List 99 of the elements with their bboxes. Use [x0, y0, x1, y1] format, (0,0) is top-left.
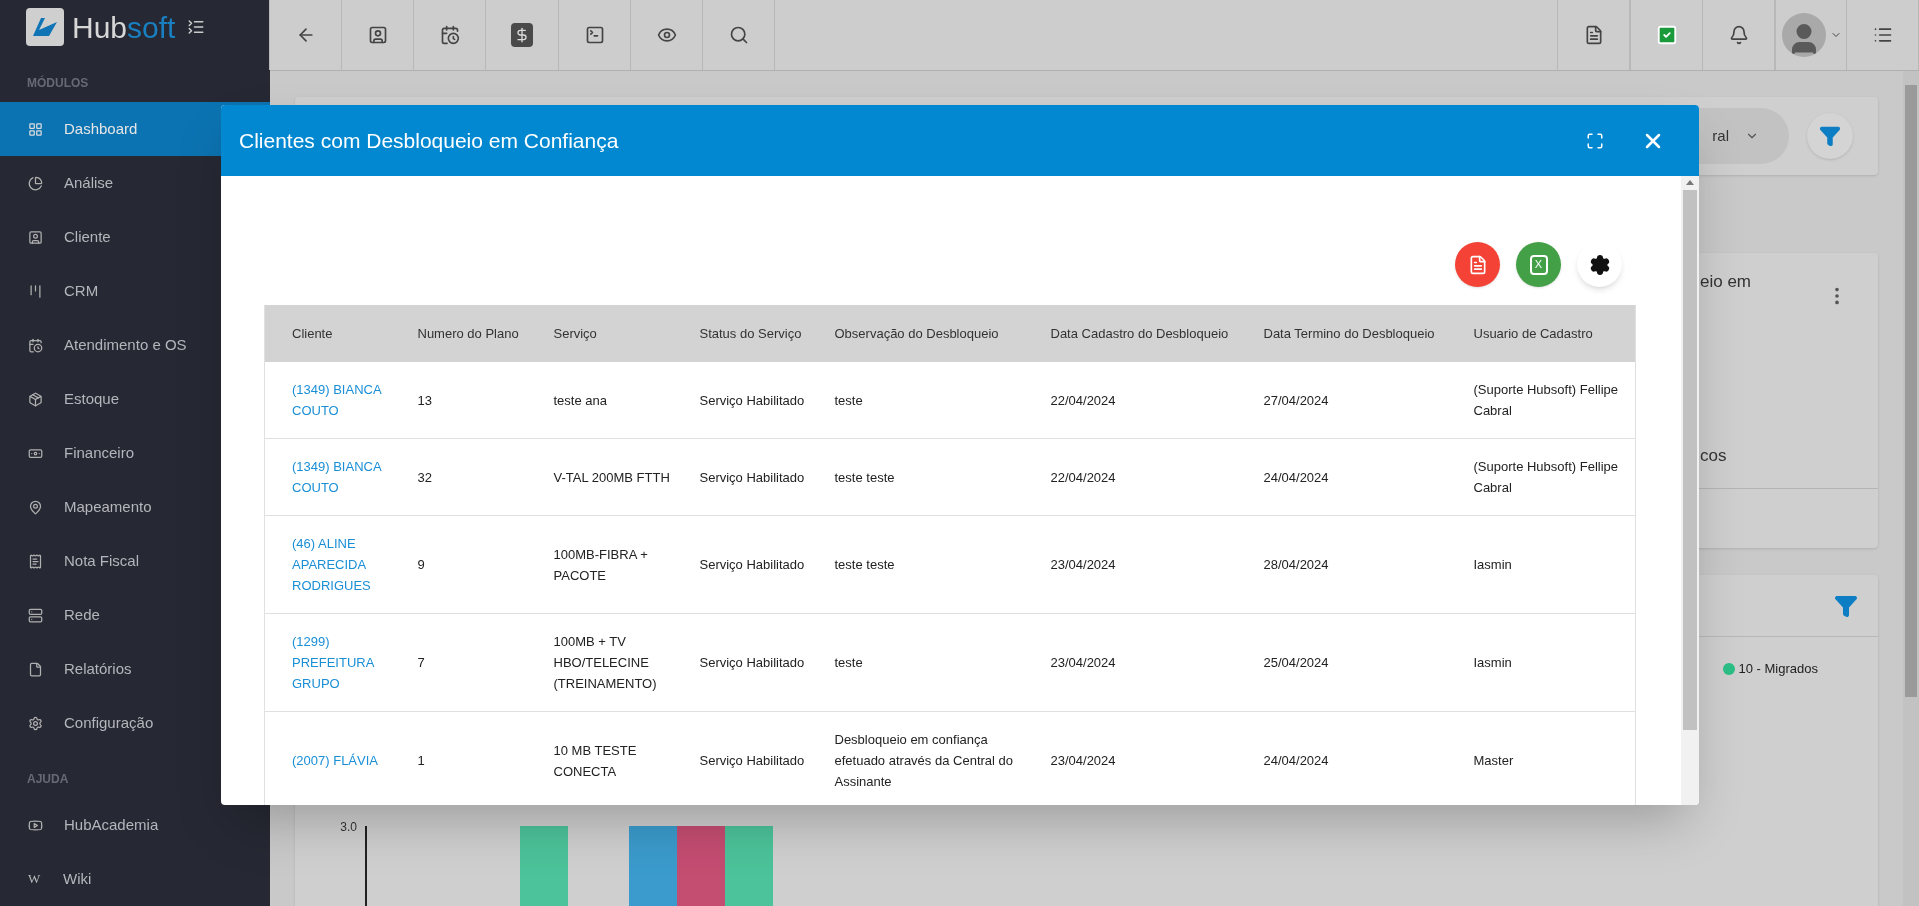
sidebar-item[interactable]: Nota Fiscal — [0, 534, 270, 588]
logo-icon — [26, 8, 64, 46]
dollar-icon — [514, 27, 530, 43]
table-cell: (Suporte Hubsoft) Fellipe Cabral — [1473, 382, 1618, 418]
column-header[interactable]: Serviço — [540, 305, 687, 362]
table-cell: 23/04/2024 — [1050, 753, 1116, 768]
table-cell: 25/04/2024 — [1263, 655, 1329, 670]
section-heading: AJUDA — [26, 771, 70, 788]
modal-scrollbar[interactable] — [1681, 176, 1699, 805]
table-cell: teste — [834, 655, 863, 670]
table-cell: 100MB-FIBRA + PACOTE — [553, 546, 648, 583]
sidebar-item[interactable]: Relatórios — [0, 642, 270, 696]
table-cell: 32 — [417, 469, 432, 485]
eye-icon — [656, 25, 677, 45]
section-heading: MÓDULOS — [26, 74, 90, 92]
table-cell: teste ana — [553, 392, 607, 408]
receipt-icon — [28, 553, 43, 569]
settings-icon — [1588, 253, 1611, 276]
table-cell: V-TAL 200MB FTTH — [553, 469, 670, 485]
calendar-clock-icon — [439, 25, 460, 45]
bell-icon — [1728, 25, 1749, 45]
table-cell: Serviço Habilitado — [699, 392, 805, 408]
page-scrollbar[interactable] — [1903, 71, 1919, 906]
column-header[interactable]: Usuario de Cadastro — [1460, 305, 1636, 362]
filter-button[interactable] — [1807, 113, 1853, 159]
filter-icon — [1819, 125, 1841, 147]
contact-card-icon — [28, 229, 43, 245]
table-cell: 100MB + TV HBO/TELECINE (TREINAMENTO) — [553, 634, 657, 691]
table-cell: 27/04/2024 — [1263, 392, 1329, 408]
card-caption: cos — [1700, 445, 1728, 467]
table-cell: Iasmin — [1473, 557, 1512, 572]
sidebar-item[interactable]: Configuração — [0, 696, 270, 750]
menu-icon — [1872, 25, 1893, 45]
table-cell: 13 — [417, 392, 432, 408]
sidebar-item[interactable]: Financeiro — [0, 426, 270, 480]
card-title: eio em — [1700, 271, 1752, 293]
table-cell: Serviço Habilitado — [699, 655, 805, 670]
board-icon — [28, 283, 43, 299]
box-icon — [28, 391, 43, 407]
table-cell: 22/04/2024 — [1050, 392, 1116, 408]
terminal-icon — [584, 25, 605, 45]
calendar-clock-icon — [28, 337, 43, 353]
table-cell: (Suporte Hubsoft) Fellipe Cabral — [1473, 459, 1618, 495]
client-link[interactable]: (46) ALINE APARECIDA RODRIGUES — [292, 533, 397, 596]
grid-icon — [28, 121, 43, 137]
table-cell: 28/04/2024 — [1263, 557, 1329, 572]
table-cell: 23/04/2024 — [1050, 655, 1116, 670]
table-cell: Iasmin — [1473, 655, 1512, 670]
sidebar-item[interactable]: Análise — [0, 156, 270, 210]
contact-card-icon — [367, 25, 388, 45]
wiki-glyph-icon: W — [28, 869, 42, 889]
pdf-export-button[interactable] — [1455, 242, 1500, 287]
column-header[interactable]: Data Cadastro do Desbloqueio — [1037, 305, 1251, 362]
client-link[interactable]: (2007) FLÁVIA — [292, 750, 397, 771]
collapse-icon[interactable] — [187, 18, 206, 36]
sidebar-item[interactable]: Estoque — [0, 372, 270, 426]
table-cell: 23/04/2024 — [1050, 557, 1116, 572]
table-cell: 9 — [417, 557, 425, 572]
filter-icon[interactable] — [1834, 593, 1858, 618]
map-pin-icon — [28, 499, 43, 515]
check-square-icon — [1656, 24, 1678, 46]
sidebar-item[interactable]: Cliente — [0, 210, 270, 264]
server-icon — [28, 607, 43, 623]
column-header[interactable]: Numero do Plano — [404, 305, 541, 362]
document-icon — [28, 661, 43, 677]
settings-icon — [28, 715, 43, 731]
table-cell: teste teste — [834, 469, 895, 485]
table-cell: 24/04/2024 — [1263, 469, 1329, 485]
brand-name: Hubsoft — [72, 9, 176, 46]
table-cell: 7 — [417, 655, 425, 670]
table-cell: 24/04/2024 — [1263, 753, 1329, 768]
table-cell: Serviço Habilitado — [699, 469, 805, 485]
sidebar-item[interactable]: Mapeamento — [0, 480, 270, 534]
column-header[interactable]: Status do Serviço — [686, 305, 822, 362]
table-cell: Serviço Habilitado — [699, 753, 805, 768]
table-cell: teste teste — [834, 557, 895, 572]
fullscreen-icon — [1586, 131, 1604, 150]
table-cell: Master — [1473, 753, 1514, 768]
pie-chart-icon — [28, 175, 43, 191]
column-header[interactable]: Data Termino do Desbloqueio — [1250, 305, 1461, 362]
table-cell: 22/04/2024 — [1050, 469, 1116, 485]
settings-button[interactable] — [1577, 242, 1622, 287]
sidebar-item[interactable]: HubAcademia — [0, 798, 270, 852]
sidebar-item[interactable]: Rede — [0, 588, 270, 642]
search-icon — [728, 25, 749, 45]
table-cell: 10 MB TESTE CONECTA — [553, 742, 637, 779]
table-cell: Desbloqueio em confiança efetuado através da Central do Assinante — [834, 732, 1013, 789]
table-cell: teste — [834, 392, 863, 408]
pdf-button[interactable] — [1557, 0, 1630, 70]
play-icon — [28, 817, 43, 833]
sidebar-item[interactable]: W Wiki — [0, 852, 270, 906]
table-cell: 1 — [417, 753, 425, 768]
column-header[interactable]: Observação do Desbloqueio — [821, 305, 1038, 362]
client-link[interactable]: (1299) PREFEITURA GRUPO — [292, 631, 397, 694]
axis-tick-label: 3.0 — [339, 819, 358, 836]
client-link[interactable]: (1349) BIANCA COUTO — [292, 456, 397, 498]
client-link[interactable]: (1349) BIANCA COUTO — [292, 379, 397, 421]
table-cell: Serviço Habilitado — [699, 557, 805, 572]
legend-label: 10 - Migrados — [1738, 660, 1818, 678]
